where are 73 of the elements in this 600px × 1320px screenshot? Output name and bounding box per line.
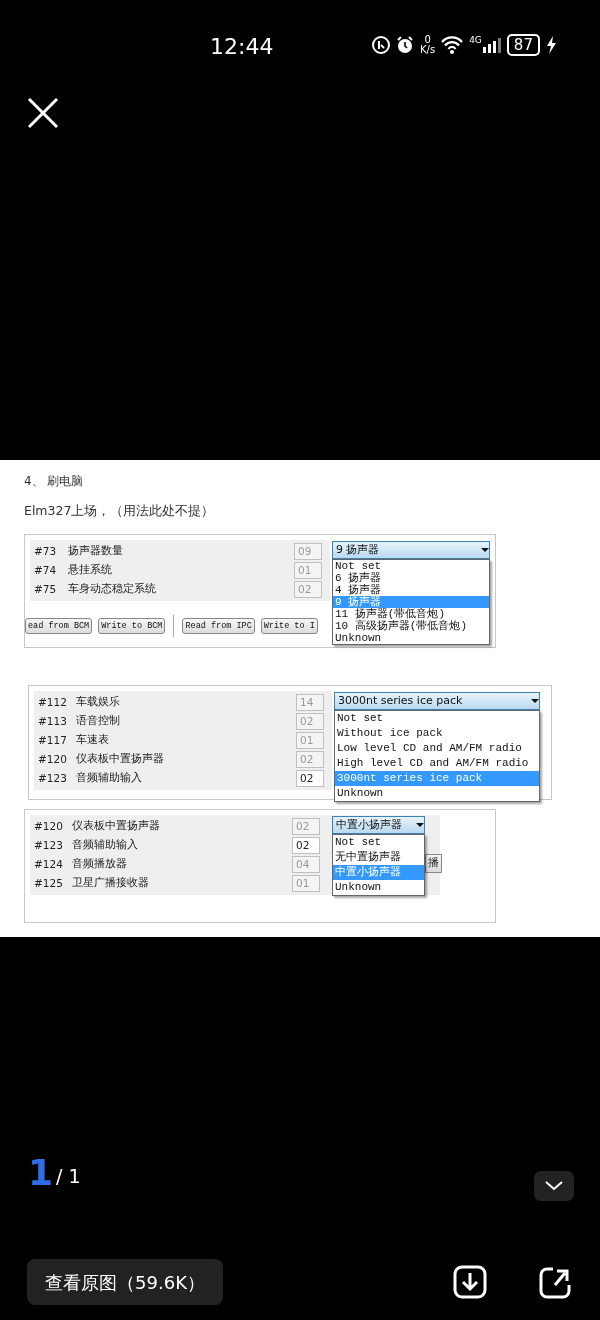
row-number: #123 <box>38 770 68 786</box>
dropdown-option[interactable]: Unknown <box>333 632 489 644</box>
row-label: 仪表板中置扬声器 <box>72 818 161 835</box>
row-label: 车速表 <box>76 732 110 749</box>
share-icon[interactable] <box>539 1265 573 1299</box>
dropdown-option[interactable]: Unknown <box>333 880 424 895</box>
page-index: 1 <box>28 1153 54 1193</box>
software-button[interactable]: ead from BCM <box>25 617 93 635</box>
collapse-button[interactable] <box>534 1171 574 1201</box>
row-label: 音频辅助输入 <box>76 770 143 787</box>
charging-icon <box>545 36 556 54</box>
row-number: #125 <box>34 875 64 891</box>
row-number: #112 <box>38 694 68 710</box>
chevron-down-icon <box>545 1181 563 1191</box>
speed-unit: K/s <box>420 45 436 55</box>
section-heading: 4、 刷电脑 <box>24 473 84 490</box>
row-label: 车载娱乐 <box>76 694 121 711</box>
row-label: 悬挂系统 <box>68 562 113 579</box>
row-number: #113 <box>38 713 68 729</box>
dropdown-option[interactable]: Not set <box>333 560 489 572</box>
dropdown-value: 3000nt series ice pack <box>338 693 463 709</box>
row-label: 扬声器数量 <box>68 543 124 560</box>
row-label: 卫星广播接收器 <box>72 875 150 892</box>
row-label: 仪表板中置扬声器 <box>76 751 165 768</box>
signal-icon <box>482 37 501 53</box>
dropdown-select[interactable]: 中置小扬声器 <box>332 816 425 834</box>
row-label: 音频播放器 <box>72 856 128 873</box>
dropdown-option[interactable]: 11 扬声器(带低音炮) <box>333 608 489 620</box>
network-type: 4G <box>469 34 482 47</box>
dropdown-value: 9 扬声器 <box>336 542 380 558</box>
close-icon[interactable] <box>27 97 59 129</box>
clock-time: 12:44 <box>210 33 274 61</box>
row-label: 语音控制 <box>76 713 121 730</box>
caret-icon <box>481 548 489 552</box>
row-number: #120 <box>38 751 68 767</box>
dropdown-option[interactable]: 10 高级扬声器(带低音炮) <box>333 620 489 632</box>
combo-box[interactable]: 播 <box>425 854 442 873</box>
wifi-icon <box>441 36 464 54</box>
battery-level: 87 <box>506 34 540 56</box>
software-button[interactable]: Write to I <box>260 617 318 635</box>
code-field[interactable]: 02 <box>292 837 320 854</box>
row-number: #74 <box>34 562 58 578</box>
row-number: #124 <box>34 856 64 872</box>
row-label: 车身动态稳定系统 <box>68 581 157 598</box>
dropdown-select[interactable]: 9 扬声器 <box>332 541 490 559</box>
dropdown-option[interactable]: High level CD and AM/FM radio <box>335 756 539 771</box>
dropdown-option[interactable]: Without ice pack <box>335 726 539 741</box>
row-number: #73 <box>34 543 58 559</box>
dropdown-value: 中置小扬声器 <box>336 817 402 833</box>
software-button[interactable]: Read from IPC <box>182 617 255 635</box>
caret-icon <box>531 699 539 703</box>
code-field[interactable]: 02 <box>296 770 324 787</box>
dropdown-option[interactable]: 6 扬声器 <box>333 572 489 584</box>
alarm-icon <box>396 36 414 54</box>
speed-value: 0 <box>424 35 431 45</box>
caret-icon <box>416 823 424 827</box>
dropdown-option[interactable]: 4 扬声器 <box>333 584 489 596</box>
dropdown-option[interactable]: Low level CD and AM/FM radio <box>335 741 539 756</box>
download-icon[interactable] <box>453 1265 487 1299</box>
row-number: #123 <box>34 837 64 853</box>
row-number: #120 <box>34 818 64 834</box>
dropdown-option[interactable]: Not set <box>335 711 539 726</box>
intro-text: Elm327上场，（用法此处不提） <box>24 502 215 520</box>
software-button[interactable]: Write to BCM <box>98 617 166 635</box>
dropdown-option[interactable]: Not set <box>333 835 424 850</box>
view-original-button[interactable]: 查看原图（59.6K） <box>27 1259 223 1305</box>
dropdown-option[interactable]: 无中置扬声器 <box>333 850 424 865</box>
row-number: #75 <box>34 581 58 597</box>
dropdown-select[interactable]: 3000nt series ice pack <box>334 692 540 710</box>
page-total: / 1 <box>56 1165 81 1187</box>
row-label: 音频辅助输入 <box>72 837 139 854</box>
dropdown-option[interactable]: Unknown <box>335 786 539 801</box>
row-number: #117 <box>38 732 68 748</box>
